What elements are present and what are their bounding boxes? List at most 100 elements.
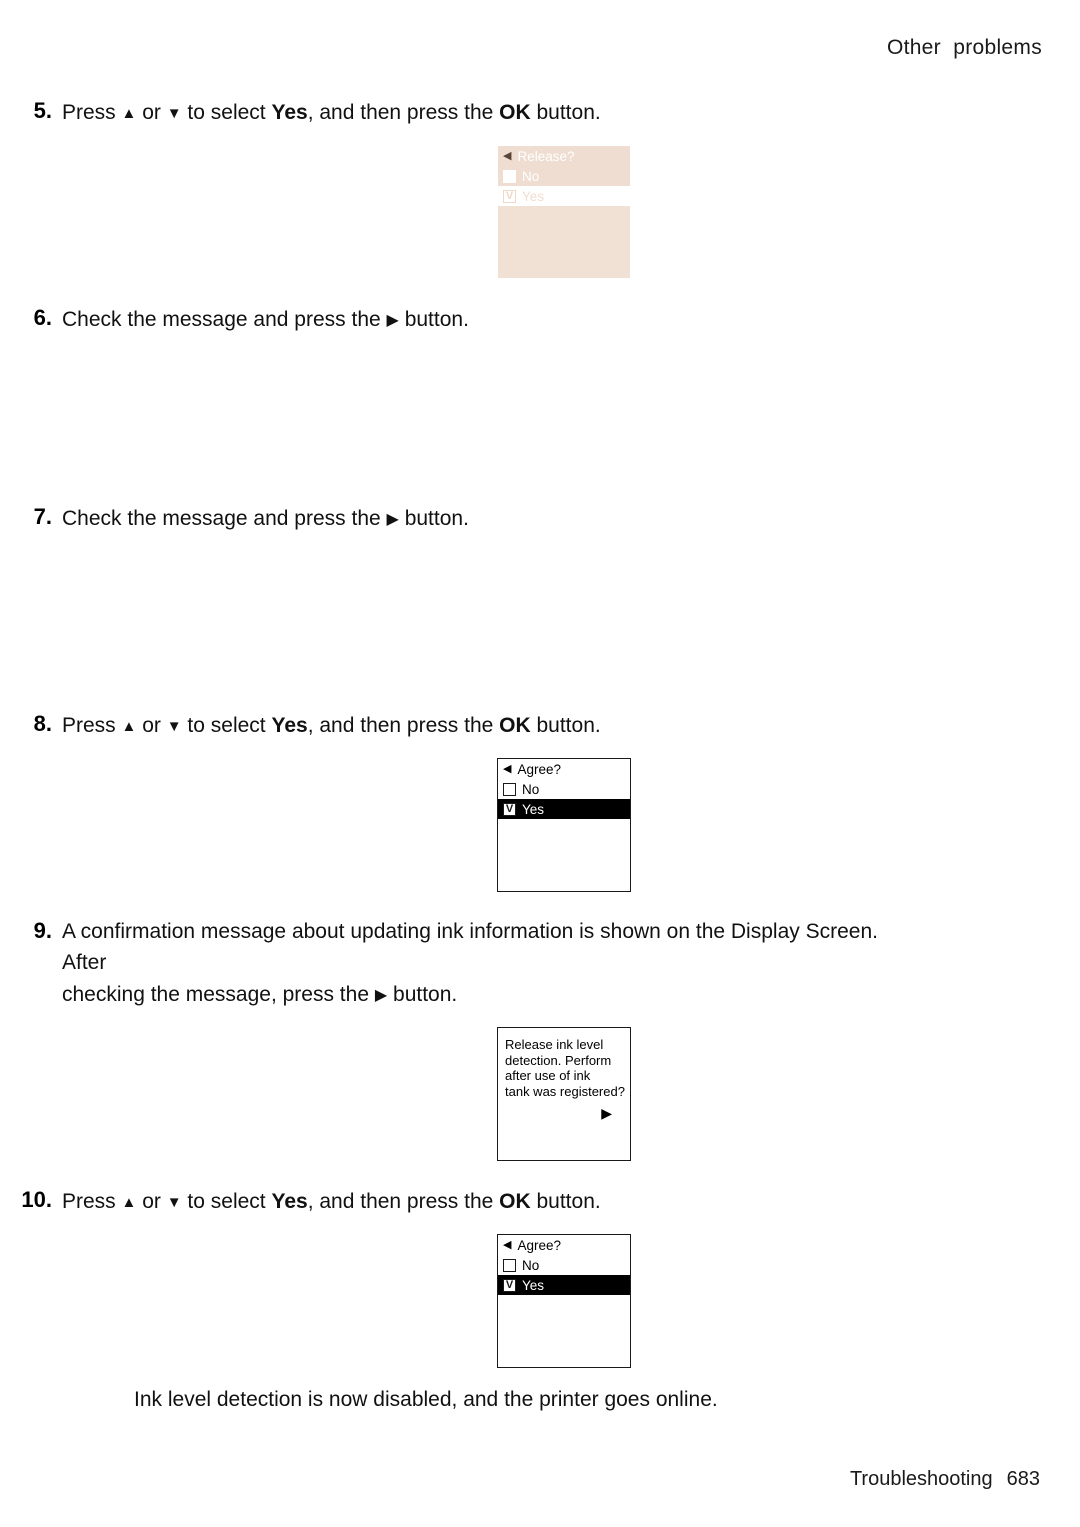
lcd-message-line-4: tank was registered? bbox=[505, 1083, 625, 1099]
checkbox-unchecked-icon bbox=[503, 1258, 516, 1272]
step-9-line-2b: button. bbox=[393, 983, 458, 1006]
step-5-text-d: , and then press the bbox=[307, 101, 500, 124]
lcd-next-arrow-icon: ▶ bbox=[601, 1105, 612, 1121]
step-10-number: 10. bbox=[21, 1187, 52, 1212]
down-arrow-icon bbox=[167, 96, 182, 129]
step-9-number: 9. bbox=[33, 918, 52, 943]
lcd-agree2-option-yes[interactable]: V Yes bbox=[498, 1275, 630, 1295]
lcd-release-empty-area bbox=[498, 206, 630, 278]
checkbox-checked-icon: V bbox=[503, 802, 516, 816]
step-9-line-2a: checking the message, press the bbox=[62, 983, 370, 1006]
lcd-agree2-title-row: ◀ Agree? bbox=[498, 1235, 630, 1255]
step-8-text-b: or bbox=[136, 714, 167, 737]
step-6: 6. Check the message and press the butto… bbox=[0, 303, 1080, 486]
step-6-number: 6. bbox=[33, 305, 52, 330]
step-5-text: Press or to select Yes, and then press t… bbox=[62, 96, 601, 129]
step-10-illustration: ◀ Agree? No V Yes bbox=[0, 1234, 1080, 1368]
step-9: 9. A confirmation message about updating… bbox=[0, 916, 1080, 1161]
step-8-ok-keyword: OK bbox=[499, 714, 531, 737]
running-header: Other problems bbox=[886, 36, 1042, 59]
step-6-illustration bbox=[0, 352, 1080, 486]
up-arrow-icon bbox=[122, 1185, 137, 1218]
lcd-agree1-no-label: No bbox=[522, 781, 540, 797]
lcd-message-line-1: Release ink level bbox=[505, 1037, 604, 1052]
lcd-release-no-label: No bbox=[522, 168, 540, 184]
step-10-text-b: or bbox=[136, 1190, 167, 1213]
step-7-illustration bbox=[0, 551, 1080, 685]
lcd-agree1-option-yes[interactable]: V Yes bbox=[498, 799, 630, 819]
step-8-yes-keyword: Yes bbox=[271, 714, 308, 737]
step-5: 5. Press or to select Yes, and then pres… bbox=[0, 96, 1080, 279]
step-9-text: A confirmation message about updating in… bbox=[62, 916, 917, 1011]
step-8-text-c: to select bbox=[181, 714, 272, 737]
lcd-screen-blank-2 bbox=[497, 551, 631, 685]
step-9-illustration: Release ink level detection. Perform aft… bbox=[0, 1027, 1080, 1161]
step-5-number: 5. bbox=[33, 98, 52, 123]
checkbox-checked-icon: V bbox=[503, 1278, 516, 1292]
lcd-screen-agree-2: ◀ Agree? No V Yes bbox=[497, 1234, 631, 1368]
procedure-step-list: 5. Press or to select Yes, and then pres… bbox=[0, 96, 1080, 1415]
step-5-text-c: to select bbox=[181, 101, 272, 124]
step-5-illustration: ◀ Release? No V Yes bbox=[0, 145, 1080, 279]
step-10-text: Press or to select Yes, and then press t… bbox=[62, 1185, 601, 1218]
step-6-text-a: Check the message and press the bbox=[62, 308, 381, 331]
step-8-text: Press or to select Yes, and then press t… bbox=[62, 709, 601, 742]
step-9-line-1: A confirmation message about updating in… bbox=[62, 920, 878, 974]
step-9-line-2: checking the message, press the button. bbox=[62, 978, 917, 1011]
lcd-release-title: Release? bbox=[517, 149, 575, 164]
lcd-release-title-row: ◀ Release? bbox=[498, 146, 630, 166]
up-arrow-icon bbox=[122, 709, 137, 742]
right-arrow-icon bbox=[387, 303, 399, 336]
lcd-release-block: ◀ Release? No bbox=[498, 146, 630, 186]
step-5-ok-keyword: OK bbox=[499, 101, 531, 124]
step-10: 10. Press or to select Yes, and then pre… bbox=[0, 1185, 1080, 1368]
right-arrow-icon bbox=[375, 978, 387, 1011]
step-5-text-b: or bbox=[136, 101, 167, 124]
step-5-text-e: button. bbox=[530, 101, 601, 124]
step-7: 7. Check the message and press the butto… bbox=[0, 502, 1080, 685]
lcd-release-yes-label: Yes bbox=[522, 188, 545, 204]
left-arrow-icon: ◀ bbox=[503, 763, 512, 775]
footer-page-number: 683 bbox=[1006, 1468, 1040, 1490]
lcd-agree2-no-label: No bbox=[522, 1257, 540, 1273]
step-8-number: 8. bbox=[33, 711, 52, 736]
lcd-screen-message: Release ink level detection. Perform aft… bbox=[497, 1027, 631, 1161]
lcd-agree1-yes-label: Yes bbox=[522, 801, 545, 817]
checkbox-unchecked-icon bbox=[503, 782, 516, 796]
lcd-screen-release: ◀ Release? No V Yes bbox=[497, 145, 631, 279]
lcd-agree1-title: Agree? bbox=[517, 762, 562, 777]
checkbox-unchecked-icon bbox=[503, 169, 516, 183]
down-arrow-icon bbox=[167, 709, 182, 742]
step-8-illustration: ◀ Agree? No V Yes bbox=[0, 758, 1080, 892]
lcd-release-option-yes[interactable]: V Yes bbox=[498, 186, 630, 206]
lcd-release-option-no[interactable]: No bbox=[498, 166, 630, 186]
step-7-text-b: button. bbox=[404, 507, 469, 530]
step-7-text: Check the message and press the button. bbox=[62, 502, 469, 535]
step-10-text-a: Press bbox=[62, 1190, 122, 1213]
step-6-text-b: button. bbox=[404, 308, 469, 331]
left-arrow-icon: ◀ bbox=[503, 1239, 512, 1251]
lcd-screen-agree-1: ◀ Agree? No V Yes bbox=[497, 758, 631, 892]
footer-section-label: Troubleshooting bbox=[849, 1468, 993, 1490]
down-arrow-icon bbox=[167, 1185, 182, 1218]
checkbox-checked-icon: V bbox=[503, 189, 516, 203]
step-8-text-a: Press bbox=[62, 714, 122, 737]
step-8: 8. Press or to select Yes, and then pres… bbox=[0, 709, 1080, 892]
left-arrow-icon: ◀ bbox=[503, 150, 512, 162]
lcd-agree2-option-no[interactable]: No bbox=[498, 1255, 630, 1275]
lcd-agree2-yes-label: Yes bbox=[522, 1277, 545, 1293]
step-10-text-c: to select bbox=[181, 1190, 272, 1213]
step-5-yes-keyword: Yes bbox=[271, 101, 308, 124]
step-7-text-a: Check the message and press the bbox=[62, 507, 381, 530]
lcd-message-line-3: after use of ink bbox=[505, 1068, 591, 1083]
lcd-agree1-option-no[interactable]: No bbox=[498, 779, 630, 799]
lcd-screen-blank-1 bbox=[497, 352, 631, 486]
step-5-text-a: Press bbox=[62, 101, 122, 124]
closing-statement: Ink level detection is now disabled, and… bbox=[134, 1388, 718, 1411]
step-10-yes-keyword: Yes bbox=[271, 1190, 308, 1213]
step-10-text-d: , and then press the bbox=[307, 1190, 500, 1213]
step-10-ok-keyword: OK bbox=[499, 1190, 531, 1213]
lcd-agree1-title-row: ◀ Agree? bbox=[498, 759, 630, 779]
lcd-message-line-2: detection. Perform bbox=[505, 1052, 612, 1068]
up-arrow-icon bbox=[122, 96, 137, 129]
